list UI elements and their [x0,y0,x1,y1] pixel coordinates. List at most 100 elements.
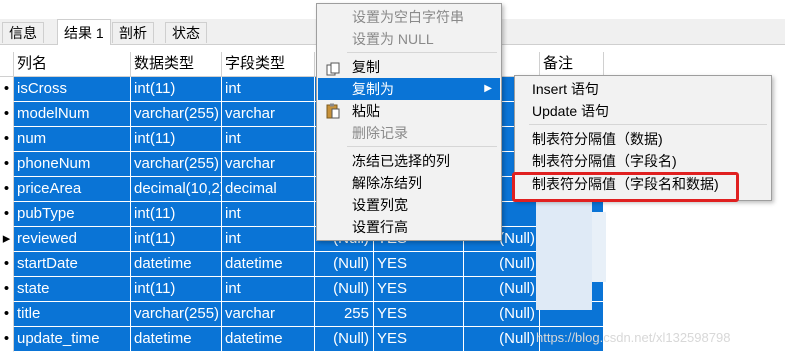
cell-field-type[interactable]: varchar [222,102,315,127]
cell-field-type[interactable]: varchar [222,302,315,327]
cell-column-name[interactable]: startDate [14,252,131,277]
row-indicator[interactable]: • [0,277,14,302]
row-indicator[interactable]: • [0,202,14,227]
menu-item-label: 设置列宽 [352,197,408,213]
row-indicator[interactable]: • [0,77,14,102]
row-indicator[interactable]: • [0,177,14,202]
cell-data-type[interactable]: int(11) [131,227,222,252]
row-indicator[interactable]: • [0,252,14,277]
header-indicator [0,52,14,77]
menu-item-0: 设置为空白字符串 [318,6,500,28]
menu-item-label: 解除冻结列 [352,175,422,191]
menu-item-label: 粘贴 [352,103,380,119]
menu-item-label: 设置为空白字符串 [352,9,464,25]
cell-column-name[interactable]: modelNum [14,102,131,127]
menu-separator [529,124,767,125]
tab-result-1[interactable]: 结果 1 [57,19,111,45]
header-column-name[interactable]: 列名 [14,52,131,77]
table-row[interactable]: • pubType int(11) int [0,202,604,227]
menu-item-9[interactable]: 设置行高 [318,216,500,238]
blurred-region [536,200,592,310]
submenu-item-0[interactable]: Insert 语句 [516,78,770,100]
menu-item-label: 复制 [352,59,380,75]
tab-info[interactable]: 信息 [2,22,44,43]
header-data-type[interactable]: 数据类型 [131,52,222,77]
header-note[interactable]: 备注 [540,52,604,77]
row-indicator[interactable]: • [0,102,14,127]
cell-length[interactable]: (Null) [315,252,374,277]
cell-data-type[interactable]: decimal(10,2) [131,177,222,202]
menu-item-6[interactable]: 冻结已选择的列 [318,150,500,172]
cell-data-type[interactable]: int(11) [131,277,222,302]
context-menu: 设置为空白字符串 设置为 NULL 复制复制为 ▶ 粘贴删除记录冻结已选择的列 解除冻结列… [316,3,502,241]
menu-item-label: 设置行高 [352,219,408,235]
cell-field-type[interactable]: int [222,227,315,252]
cell-field-type[interactable]: int [222,127,315,152]
menu-item-label: 删除记录 [352,125,408,141]
cell-column-name[interactable]: phoneNum [14,152,131,177]
menu-item-3[interactable]: 复制为 ▶ [318,78,500,100]
cell-field-type[interactable]: int [222,202,315,227]
tab-profile[interactable]: 剖析 [112,22,154,43]
cell-field-type[interactable]: varchar [222,152,315,177]
header-field-type[interactable]: 字段类型 [222,52,315,77]
cell-field-type[interactable]: decimal [222,177,315,202]
row-indicator[interactable]: • [0,152,14,177]
menu-item-7[interactable]: 解除冻结列 [318,172,500,194]
cell-value[interactable]: (Null) [464,327,540,352]
row-indicator[interactable]: ▸ [0,227,14,252]
cell-nullable[interactable]: YES [374,252,464,277]
cell-field-type[interactable]: datetime [222,252,315,277]
menu-item-1: 设置为 NULL [318,28,500,50]
cell-data-type[interactable]: varchar(255) [131,102,222,127]
cell-data-type[interactable]: datetime [131,327,222,352]
menu-item-4[interactable]: 粘贴 [318,100,500,122]
cell-value[interactable]: (Null) [464,252,540,277]
cell-length[interactable]: (Null) [315,277,374,302]
submenu-item-2[interactable]: 制表符分隔值（数据) [516,128,770,150]
cell-field-type[interactable]: int [222,277,315,302]
cell-field-type[interactable]: int [222,77,315,102]
cell-column-name[interactable]: reviewed [14,227,131,252]
menu-item-2[interactable]: 复制 [318,56,500,78]
cell-column-name[interactable]: priceArea [14,177,131,202]
cell-field-type[interactable]: datetime [222,327,315,352]
cell-value[interactable]: (Null) [464,302,540,327]
grid-header: 列名 数据类型 字段类型 值 备注 [0,52,604,77]
submenu-item-3[interactable]: 制表符分隔值（字段名) [516,150,770,172]
cell-nullable[interactable]: YES [374,302,464,327]
cell-data-type[interactable]: int(11) [131,202,222,227]
cell-column-name[interactable]: num [14,127,131,152]
paste-icon [326,103,340,119]
cell-column-name[interactable]: state [14,277,131,302]
table-row[interactable]: ▸reviewedint(11)int(Null)YES(Null) [0,227,604,252]
table-row[interactable]: • startDate datetime datetime (Null) YES (Null… [0,252,604,277]
cell-column-name[interactable]: isCross [14,77,131,102]
cell-column-name[interactable]: update_time [14,327,131,352]
cell-value[interactable]: (Null) [464,277,540,302]
cell-data-type[interactable]: int(11) [131,127,222,152]
menu-item-5: 删除记录 [318,122,500,144]
menu-item-label: 设置为 NULL [352,31,434,47]
cell-column-name[interactable]: title [14,302,131,327]
cell-length[interactable]: (Null) [315,327,374,352]
table-row[interactable]: • state int(11) int (Null) YES (Null) [0,277,604,302]
cell-data-type[interactable]: varchar(255) [131,302,222,327]
row-indicator[interactable]: • [0,302,14,327]
row-indicator[interactable]: • [0,327,14,352]
menu-item-label: 冻结已选择的列 [352,153,450,169]
row-indicator[interactable]: • [0,127,14,152]
table-row[interactable]: • update_time datetime datetime (Null) YES (Nu… [0,327,604,352]
cell-nullable[interactable]: YES [374,277,464,302]
cell-data-type[interactable]: varchar(255) [131,152,222,177]
cell-data-type[interactable]: int(11) [131,77,222,102]
cell-data-type[interactable]: datetime [131,252,222,277]
submenu-item-1[interactable]: Update 语句 [516,100,770,122]
copy-icon [326,60,340,76]
menu-item-8[interactable]: 设置列宽 [318,194,500,216]
table-row[interactable]: • title varchar(255) varchar 255 YES (Null) [0,302,604,327]
cell-length[interactable]: 255 [315,302,374,327]
cell-column-name[interactable]: pubType [14,202,131,227]
tab-status[interactable]: 状态 [165,22,207,43]
cell-nullable[interactable]: YES [374,327,464,352]
